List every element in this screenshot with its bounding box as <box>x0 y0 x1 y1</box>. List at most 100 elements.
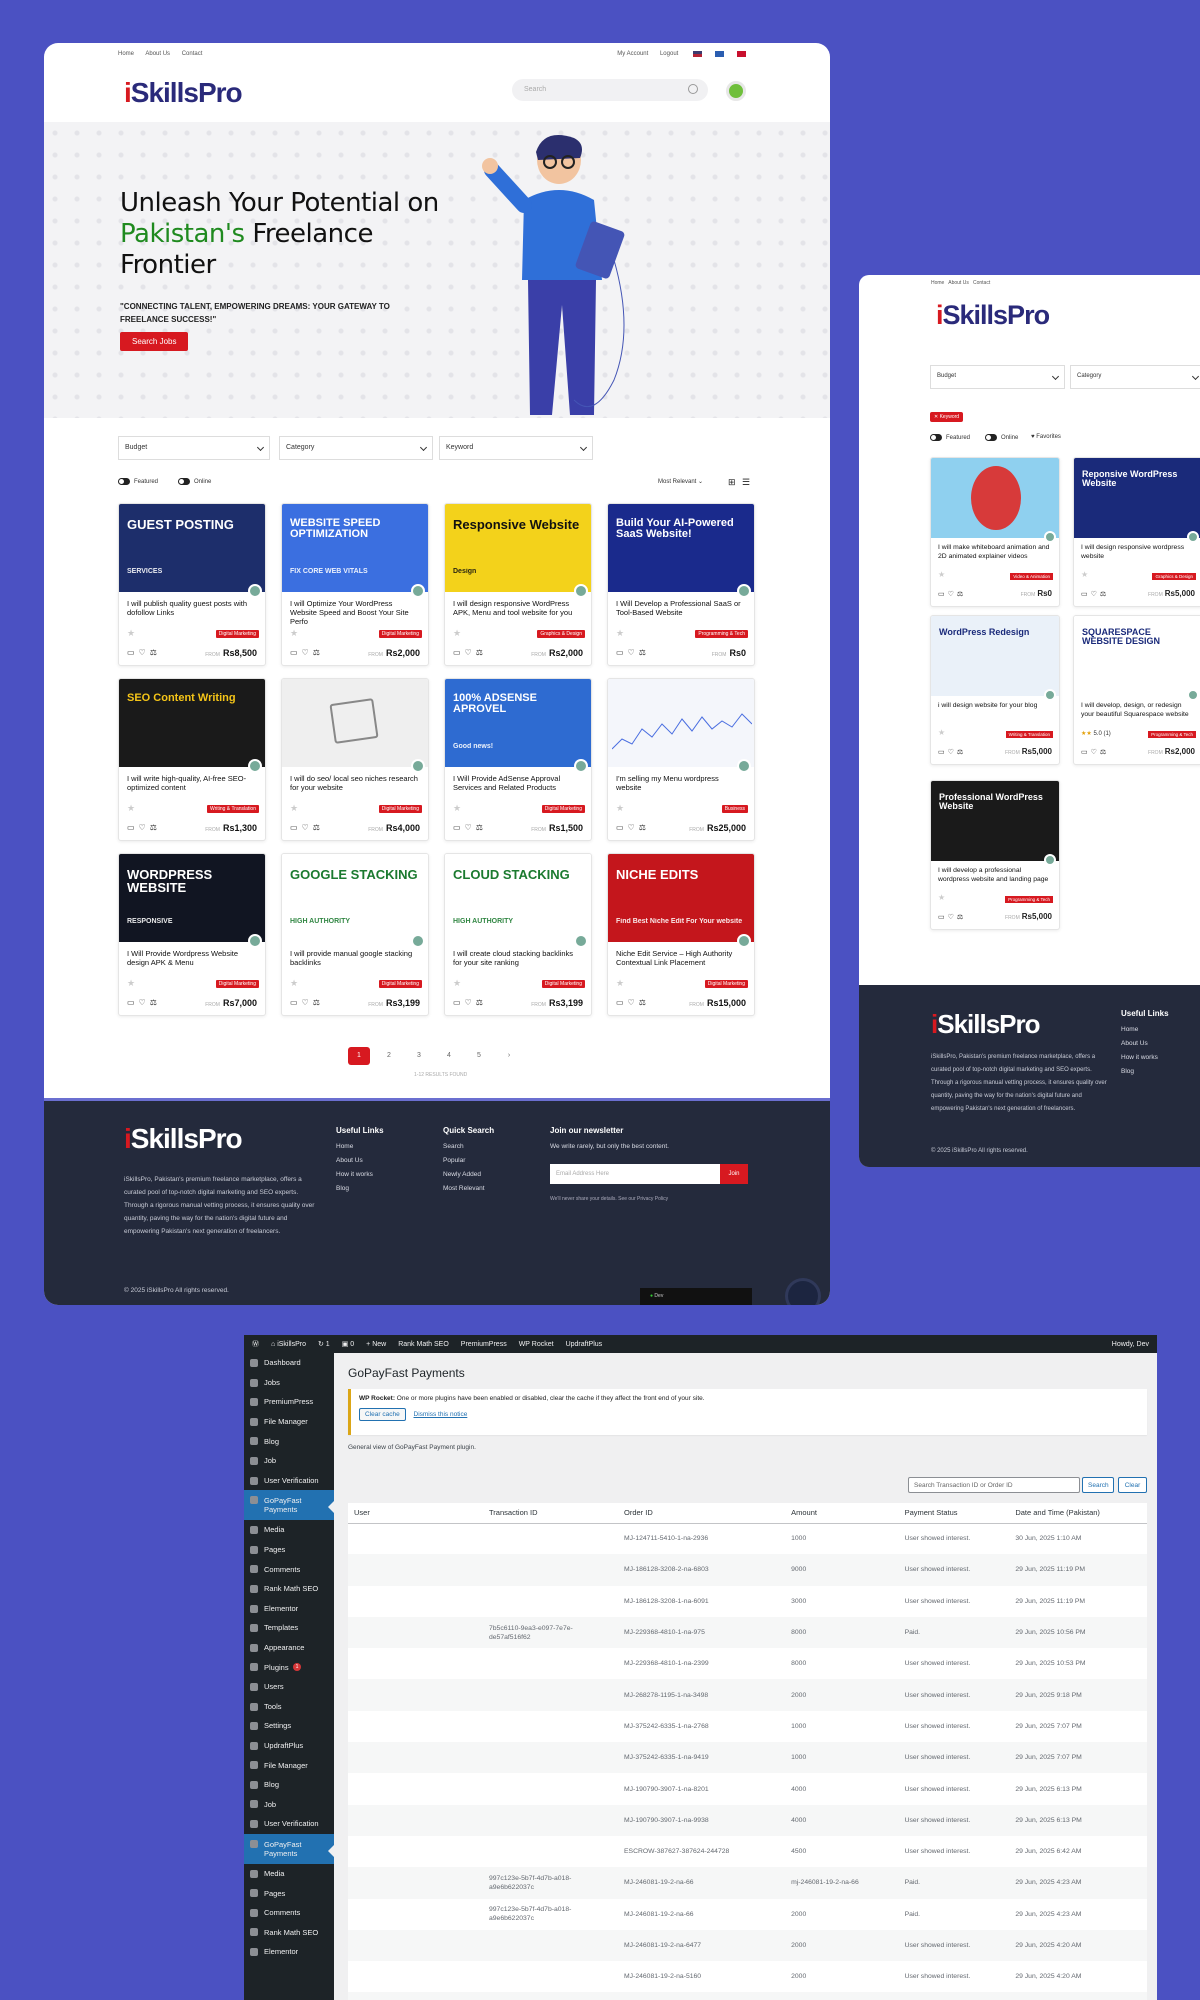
topbar-link-logout[interactable]: Logout <box>660 51 678 57</box>
adminbar-updraftplus[interactable]: UpdraftPlus <box>566 1341 603 1348</box>
star-icon[interactable]: ★ <box>938 570 945 579</box>
mobile-category-select[interactable]: Category <box>1070 365 1200 389</box>
sidebar-item-settings[interactable]: Settings <box>244 1716 334 1736</box>
listing-card[interactable]: GOOGLE STACKING HIGH AUTHORITY I will pro… <box>281 853 429 1016</box>
sidebar-item-blog[interactable]: Blog <box>244 1431 334 1451</box>
star-icon[interactable]: ★ <box>290 978 298 989</box>
card-action-icons[interactable]: ▭♡⚖ <box>616 648 650 657</box>
adminbar-rankmath[interactable]: Rank Math SEO <box>398 1341 449 1348</box>
search-jobs-button[interactable]: Search Jobs <box>120 332 189 351</box>
mobile-footer-logo[interactable]: iSkillsPro <box>931 1009 1041 1040</box>
listing-card[interactable]: WORDPRESS WEBSITE RESPONSIVE I Will Provi… <box>118 853 266 1016</box>
listing-card[interactable]: SEO Content Writing I will write high-qu… <box>118 678 266 841</box>
sidebar-item-user-verification[interactable]: User Verification <box>244 1814 334 1834</box>
listing-card[interactable]: I'm selling my Menu wordpress website ★ … <box>607 678 755 841</box>
seller-avatar[interactable] <box>737 584 751 598</box>
card-action-icons[interactable]: ▭♡⚖ <box>616 998 650 1007</box>
card-action-icons[interactable]: ▭♡⚖ <box>453 823 487 832</box>
seller-avatar[interactable] <box>574 759 588 773</box>
dismiss-notice-link[interactable]: Dismiss this notice <box>414 1411 468 1418</box>
mobile-listing-card[interactable]: I will make whiteboard animation and 2D … <box>930 457 1060 607</box>
adminbar-new[interactable]: + New <box>366 1341 386 1348</box>
online-toggle[interactable]: Online <box>178 478 211 485</box>
listing-card[interactable]: Build Your AI-Powered SaaS Website! I Wi… <box>607 503 755 666</box>
dev-toolbar[interactable]: ● Dev <box>640 1288 752 1305</box>
newsletter-join-button[interactable]: Join <box>720 1164 748 1184</box>
list-view-icon[interactable]: ☰ <box>742 477 750 488</box>
wordpress-logo-icon[interactable]: Ⓦ <box>252 1339 259 1349</box>
sidebar-item-pages[interactable]: Pages <box>244 1540 334 1560</box>
seller-avatar[interactable] <box>574 934 588 948</box>
sidebar-item-tools[interactable]: Tools <box>244 1697 334 1717</box>
listing-card[interactable]: 100% ADSENSE APROVEL Good news! I Will Pr… <box>444 678 592 841</box>
adminbar-comments[interactable]: ▣ 0 <box>342 1340 354 1348</box>
sidebar-item-media[interactable]: Media <box>244 1864 334 1884</box>
toggle-switch[interactable] <box>178 478 190 485</box>
topbar-link-contact[interactable]: Contact <box>182 51 203 57</box>
sidebar-item-appearance[interactable]: Appearance <box>244 1638 334 1658</box>
seller-avatar[interactable] <box>737 759 751 773</box>
card-action-icons[interactable]: ▭♡⚖ <box>938 913 966 921</box>
currency-flag-icon[interactable] <box>737 50 746 57</box>
card-title[interactable]: I'm selling my Menu wordpress website <box>608 767 754 796</box>
card-action-icons[interactable]: ▭♡⚖ <box>453 648 487 657</box>
sort-select[interactable]: Most Relevant ⌄ <box>658 478 703 485</box>
seller-avatar[interactable] <box>411 584 425 598</box>
adminbar-site[interactable]: ⌂ iSkillsPro <box>271 1341 306 1348</box>
listing-card[interactable]: CLOUD STACKING HIGH AUTHORITY I will crea… <box>444 853 592 1016</box>
card-action-icons[interactable]: ▭♡⚖ <box>1081 590 1109 598</box>
listing-card[interactable]: NICHE EDITS Find Best Niche Edit For Your… <box>607 853 755 1016</box>
footer-link[interactable]: Home <box>1121 1026 1169 1033</box>
star-icon[interactable]: ★ <box>616 978 624 989</box>
footer-link[interactable]: Popular <box>443 1157 494 1164</box>
footer-link[interactable]: Newly Added <box>443 1171 494 1178</box>
card-thumbnail[interactable]: NICHE EDITS Find Best Niche Edit For Your… <box>608 854 754 948</box>
card-title[interactable]: I will do seo/ local seo niches research… <box>282 767 428 796</box>
star-icon[interactable]: ★ <box>290 803 298 814</box>
seller-avatar[interactable] <box>411 934 425 948</box>
card-thumbnail[interactable]: Professional WordPress Website <box>931 781 1059 866</box>
topbar-link-account[interactable]: My Account <box>617 51 648 57</box>
card-thumbnail[interactable]: WordPress Redesign <box>931 616 1059 701</box>
seller-avatar[interactable] <box>1187 689 1199 701</box>
seller-avatar[interactable] <box>411 759 425 773</box>
sidebar-item-rank-math-seo[interactable]: Rank Math SEO <box>244 1579 334 1599</box>
adminbar-premiumpress[interactable]: PremiumPress <box>461 1341 507 1348</box>
seller-avatar[interactable] <box>1044 531 1056 543</box>
card-action-icons[interactable]: ▭♡⚖ <box>127 998 161 1007</box>
star-icon[interactable]: ★ <box>453 628 461 639</box>
search-icon[interactable] <box>688 84 698 94</box>
sidebar-item-user-verification[interactable]: User Verification <box>244 1471 334 1491</box>
listing-card[interactable]: GUEST POSTING SERVICES I will publish qua… <box>118 503 266 666</box>
sidebar-item-rank-math-seo[interactable]: Rank Math SEO <box>244 1922 334 1942</box>
us-flag-icon[interactable] <box>693 50 702 57</box>
star-icon[interactable]: ★ <box>453 803 461 814</box>
sidebar-item-jobs[interactable]: Jobs <box>244 1373 334 1393</box>
card-title[interactable]: I Will Provide AdSense Approval Services… <box>445 767 591 796</box>
card-title[interactable]: I will develop a professional wordpress … <box>931 861 1059 887</box>
card-title[interactable]: I will Optimize Your WordPress Website S… <box>282 592 428 626</box>
card-action-icons[interactable]: ▭♡⚖ <box>616 823 650 832</box>
sidebar-item-dashboard[interactable]: Dashboard <box>244 1353 334 1373</box>
card-thumbnail[interactable]: Responsive Website Design <box>445 504 591 598</box>
category-select[interactable]: Category <box>279 436 433 460</box>
budget-select[interactable]: Budget <box>118 436 270 460</box>
card-thumbnail[interactable] <box>282 679 428 773</box>
card-thumbnail[interactable]: SEO Content Writing <box>119 679 265 773</box>
footer-link[interactable]: Blog <box>1121 1068 1169 1075</box>
grid-view-icon[interactable]: ⊞ <box>728 477 736 488</box>
card-thumbnail[interactable]: SQUARESPACE WEBSITE DESIGN <box>1074 616 1200 701</box>
language-flag-icon[interactable] <box>715 50 724 57</box>
footer-link[interactable]: Blog <box>336 1185 384 1192</box>
page-4[interactable]: 4 <box>438 1047 460 1065</box>
toggle-switch[interactable] <box>118 478 130 485</box>
card-action-icons[interactable]: ▭♡⚖ <box>290 823 324 832</box>
card-action-icons[interactable]: ▭♡⚖ <box>290 998 324 1007</box>
mobile-listing-card[interactable]: SQUARESPACE WEBSITE DESIGN I will develo… <box>1073 615 1200 765</box>
topbar-link-home[interactable]: Home <box>118 51 134 57</box>
sidebar-item-pages[interactable]: Pages <box>244 1883 334 1903</box>
card-title[interactable]: I will design responsive wordpress websi… <box>1074 538 1200 564</box>
sidebar-item-gopayfast-payments[interactable]: GoPayFast Payments <box>244 1833 334 1864</box>
footer-link[interactable]: Most Relevant <box>443 1185 494 1192</box>
clear-button[interactable]: Clear <box>1118 1477 1147 1493</box>
